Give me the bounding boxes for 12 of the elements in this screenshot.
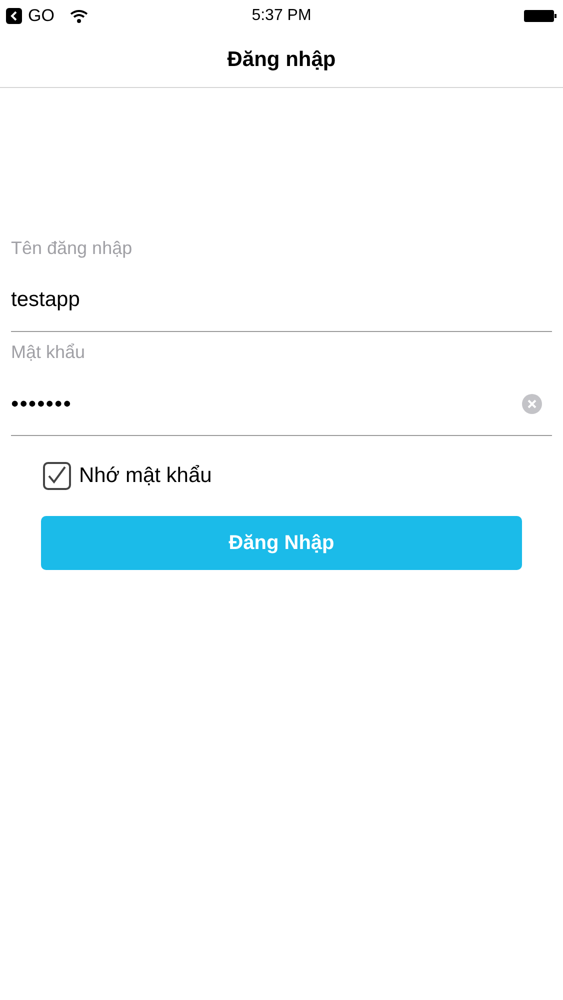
back-app-icon[interactable] xyxy=(6,8,22,24)
wifi-icon xyxy=(70,10,88,22)
status-time: 5:37 PM xyxy=(250,6,312,26)
field-label: Mật khẩu xyxy=(11,341,86,364)
remember-label: Nhớ mật khẩu xyxy=(79,463,212,489)
screen-title: Đăng nhập xyxy=(227,46,336,73)
username-field[interactable]: testapp xyxy=(11,268,552,332)
field-label: Tên đăng nhập xyxy=(11,237,134,260)
battery-icon xyxy=(524,9,557,23)
password-field[interactable]: ••••••• xyxy=(11,372,552,436)
back-app-label[interactable]: GO xyxy=(28,3,54,29)
remember-checkbox[interactable] xyxy=(43,462,71,490)
